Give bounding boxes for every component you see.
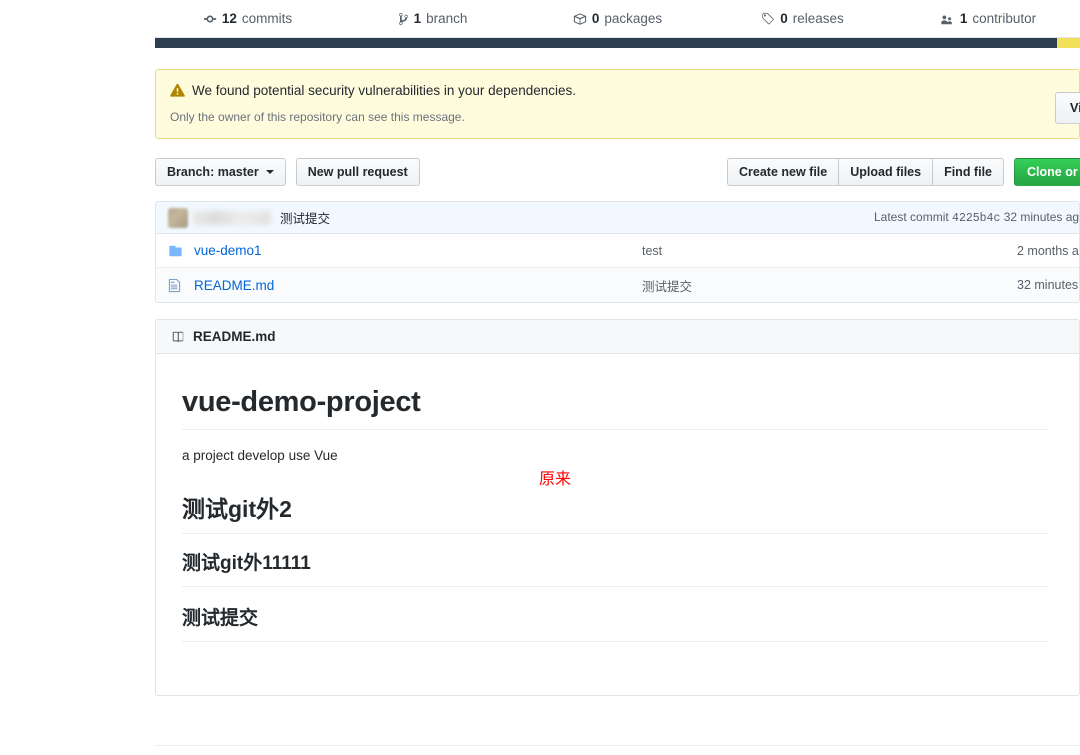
readme-heading-1: vue-demo-project bbox=[182, 384, 1047, 430]
commit-sha[interactable]: 4225b4c bbox=[952, 212, 1000, 225]
file-icon bbox=[168, 278, 184, 293]
language-bar bbox=[155, 38, 1080, 48]
latest-commit-label: Latest commit bbox=[874, 210, 949, 224]
stat-releases[interactable]: 0 releases bbox=[710, 11, 895, 26]
file-name-link[interactable]: vue-demo1 bbox=[194, 243, 262, 258]
file-commit-time: 2 months ago bbox=[1017, 244, 1080, 258]
stat-contributors-label: contributor bbox=[972, 11, 1036, 26]
upload-files-button[interactable]: Upload files bbox=[838, 158, 932, 186]
stat-releases-count: 0 bbox=[780, 11, 788, 26]
file-commit-message[interactable]: 测试提交 bbox=[642, 276, 692, 295]
view-security-alerts-button[interactable]: View security alerts bbox=[1055, 92, 1080, 124]
stat-commits-label: commits bbox=[242, 11, 292, 26]
file-listing-table: 测试提交 Latest commit 4225b4c 32 minutes ag… bbox=[155, 201, 1080, 303]
security-alert-title: We found potential security vulnerabilit… bbox=[192, 82, 576, 100]
stat-releases-label: releases bbox=[793, 11, 844, 26]
readme-header: README.md bbox=[156, 320, 1079, 354]
create-new-file-button[interactable]: Create new file bbox=[727, 158, 838, 186]
branch-selector-button[interactable]: Branch: master bbox=[155, 158, 286, 186]
toolbar-left-group: Branch: master New pull request bbox=[155, 158, 420, 186]
chevron-down-icon bbox=[266, 170, 274, 174]
footer-divider bbox=[155, 745, 1080, 746]
readme-panel: README.md vue-demo-project a project dev… bbox=[155, 319, 1080, 696]
red-annotation: 原来 bbox=[539, 472, 571, 488]
alert-icon bbox=[170, 82, 185, 103]
tag-icon bbox=[761, 12, 775, 26]
github-repo-page: 12 commits 1 branch 0 packages bbox=[0, 0, 1080, 755]
repo-content-container: 12 commits 1 branch 0 packages bbox=[155, 0, 1080, 696]
language-segment-vue bbox=[155, 38, 1057, 48]
readme-paragraph: a project develop use Vue bbox=[182, 446, 1047, 466]
readme-content: vue-demo-project a project develop use V… bbox=[156, 354, 1079, 680]
language-segment-javascript bbox=[1057, 38, 1080, 48]
avatar[interactable] bbox=[168, 208, 188, 228]
repo-toolbar: Branch: master New pull request Create n… bbox=[155, 157, 1080, 187]
stat-contributors-count: 1 bbox=[960, 11, 968, 26]
latest-commit-row: 测试提交 Latest commit 4225b4c 32 minutes ag… bbox=[156, 202, 1079, 234]
commits-icon bbox=[203, 12, 217, 26]
latest-commit-meta: Latest commit 4225b4c 32 minutes ago bbox=[874, 210, 1080, 225]
repo-stats-bar: 12 commits 1 branch 0 packages bbox=[155, 0, 1080, 38]
stat-contributors[interactable]: 1 contributor bbox=[895, 11, 1080, 26]
find-file-button[interactable]: Find file bbox=[932, 158, 1004, 186]
package-icon bbox=[573, 12, 587, 26]
security-alert-banner: We found potential security vulnerabilit… bbox=[155, 69, 1080, 139]
stat-packages[interactable]: 0 packages bbox=[525, 11, 710, 26]
branch-selector-label: Branch: master bbox=[167, 164, 259, 180]
security-alert-subtitle: Only the owner of this repository can se… bbox=[170, 108, 1063, 126]
file-commit-message[interactable]: test bbox=[642, 244, 662, 258]
toolbar-right-group: Create new file Upload files Find file C… bbox=[727, 158, 1080, 186]
commit-author-name[interactable] bbox=[193, 211, 271, 225]
stat-commits[interactable]: 12 commits bbox=[155, 11, 340, 26]
stat-branches-label: branch bbox=[426, 11, 467, 26]
book-icon bbox=[170, 330, 186, 344]
readme-heading-2-first: 测试git外2 bbox=[182, 495, 1047, 535]
file-action-button-group: Create new file Upload files Find file bbox=[727, 158, 1004, 186]
clone-or-download-button[interactable]: Clone or download bbox=[1014, 158, 1080, 186]
branch-icon bbox=[398, 12, 409, 26]
stat-packages-count: 0 bbox=[592, 11, 600, 26]
folder-icon bbox=[168, 244, 184, 258]
contributors-icon bbox=[939, 12, 955, 26]
stat-branches-count: 1 bbox=[414, 11, 422, 26]
stat-branches[interactable]: 1 branch bbox=[340, 11, 525, 26]
readme-heading-2-third: 测试提交 bbox=[182, 607, 1047, 642]
readme-filename: README.md bbox=[193, 329, 276, 344]
security-alert-title-row: We found potential security vulnerabilit… bbox=[170, 82, 1063, 103]
table-row[interactable]: README.md 测试提交 32 minutes ago bbox=[156, 268, 1079, 302]
table-row[interactable]: vue-demo1 test 2 months ago bbox=[156, 234, 1079, 268]
stat-commits-count: 12 bbox=[222, 11, 237, 26]
stat-packages-label: packages bbox=[604, 11, 662, 26]
readme-heading-2-second: 测试git外11111 bbox=[182, 552, 1047, 587]
commit-time: 32 minutes ago bbox=[1004, 210, 1080, 224]
file-name-link[interactable]: README.md bbox=[194, 278, 274, 293]
file-commit-time: 32 minutes ago bbox=[1017, 278, 1080, 292]
new-pull-request-button[interactable]: New pull request bbox=[296, 158, 420, 186]
commit-message[interactable]: 测试提交 bbox=[280, 208, 330, 227]
